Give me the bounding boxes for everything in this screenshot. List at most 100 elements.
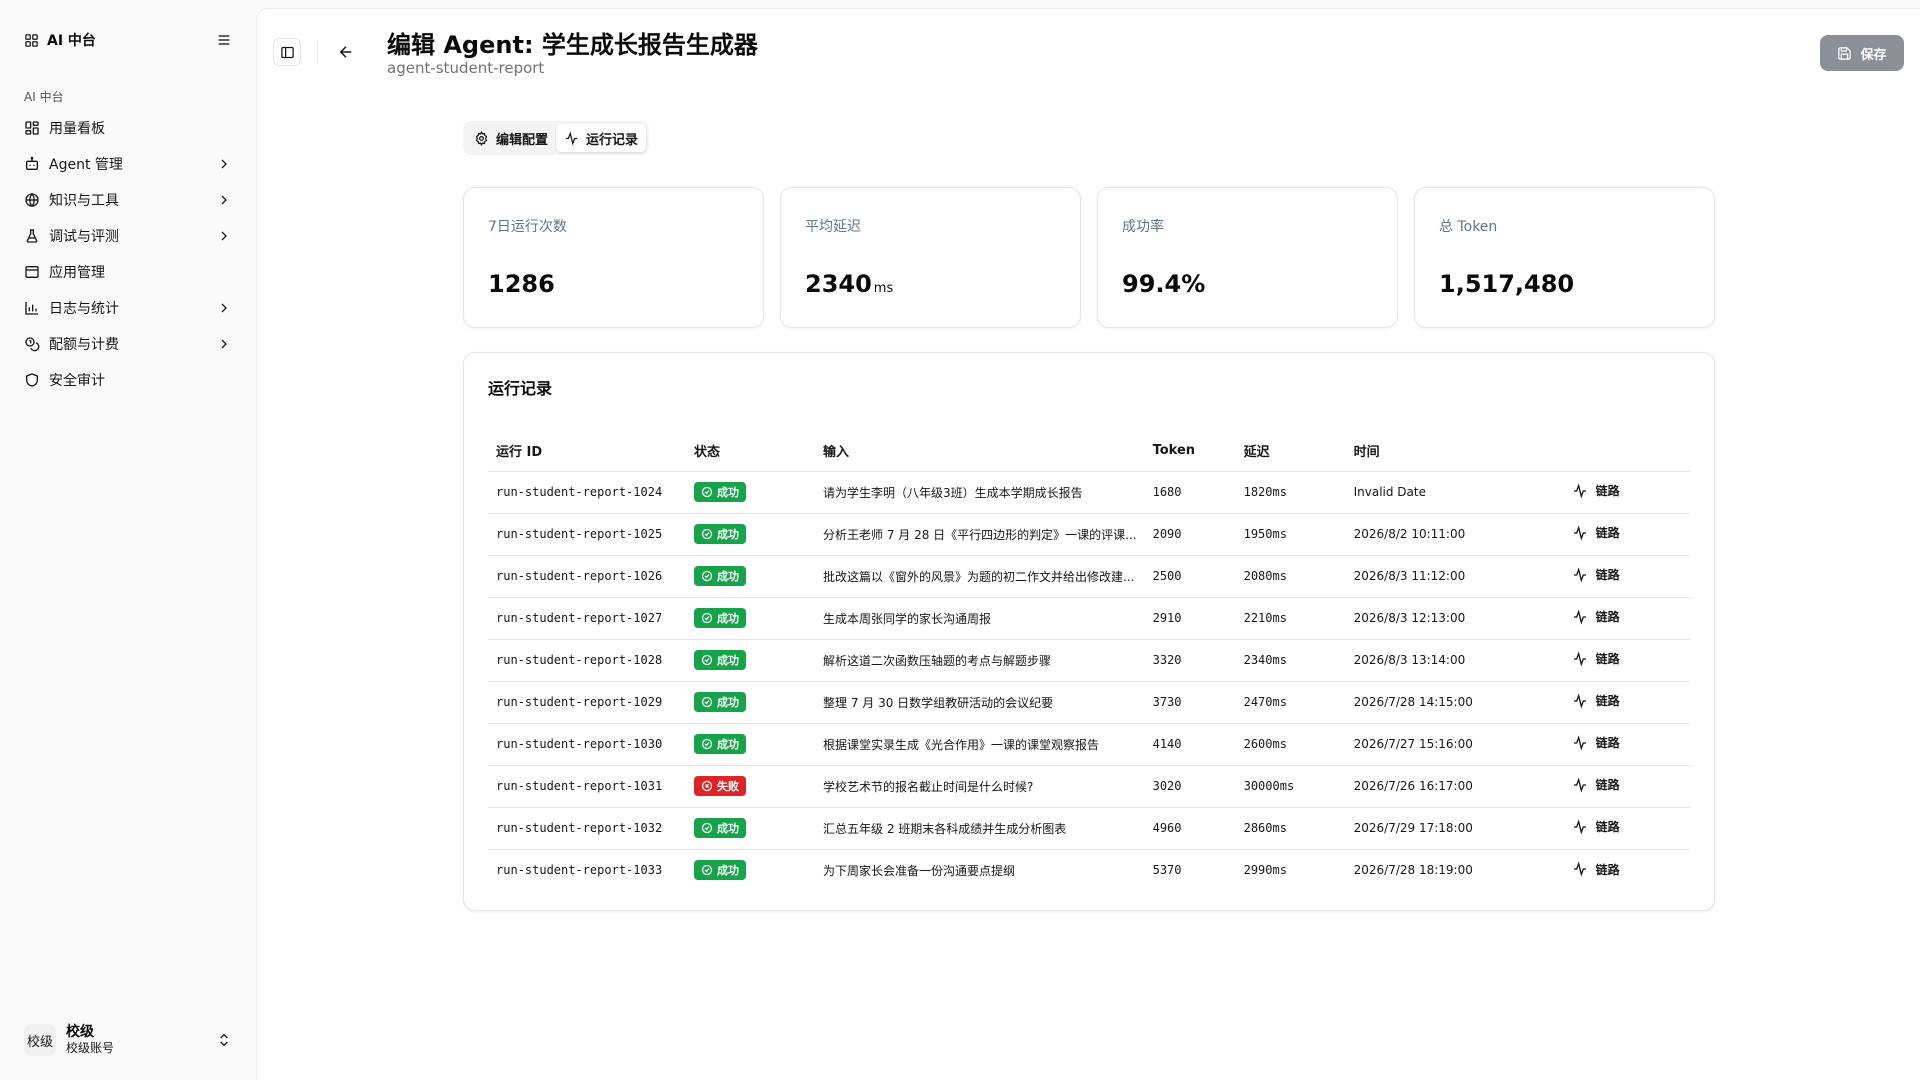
token-cell: 1680 [1144, 471, 1236, 514]
time-cell: 2026/8/2 10:11:00 [1345, 513, 1564, 556]
input-cell: 分析王老师 7 月 28 日《平行四边形的判定》一课的评课... [815, 513, 1145, 556]
activity-icon [564, 130, 579, 146]
status-label: 成功 [717, 612, 739, 625]
activity-icon [1572, 819, 1588, 835]
trace-link[interactable]: 链路 [1572, 818, 1620, 835]
actions-cell: 链路 [1563, 639, 1690, 682]
brand[interactable]: AI 中台 [24, 30, 96, 50]
input-cell: 批改这篇以《窗外的风景》为题的初二作文并给出修改建... [815, 555, 1145, 598]
trace-link[interactable]: 链路 [1572, 608, 1620, 625]
sidebar-item-usage-dashboard[interactable]: 用量看板 [16, 110, 240, 146]
back-button[interactable] [337, 43, 355, 61]
token-cell: 2090 [1144, 513, 1236, 556]
run-id-cell: run-student-report-1032 [488, 807, 686, 850]
input-cell: 根据课堂实录生成《光合作用》一课的课堂观察报告 [815, 723, 1145, 766]
trace-link-label: 链路 [1595, 694, 1620, 709]
sidebar-item-label: 配额与计费 [49, 337, 119, 353]
status-label: 失败 [717, 780, 739, 793]
page-content: 编辑配置 运行记录 7日运行次数 1286 平均延迟 2340 ms 成功率 99… [463, 121, 1715, 911]
token-cell: 4960 [1144, 807, 1236, 850]
sidebar-item-quota-billing[interactable]: 配额与计费 [16, 326, 240, 362]
actions-cell: 链路 [1563, 471, 1690, 514]
sidebar-item-label: 调试与评测 [49, 229, 119, 245]
arrow-left-icon [337, 43, 355, 61]
page-header: 编辑 Agent: 学生成长报告生成器 agent-student-report… [257, 9, 1920, 89]
stats-row: 7日运行次数 1286 平均延迟 2340 ms 成功率 99.4% 总 Toke… [463, 187, 1715, 328]
status-cell: 成功 [686, 807, 815, 850]
input-cell: 为下周家长会准备一份沟通要点提纲 [823, 863, 1016, 878]
latency-cell: 30000ms [1235, 765, 1346, 808]
trace-link[interactable]: 链路 [1572, 566, 1620, 583]
run-id-cell: run-student-report-1033 [496, 863, 663, 878]
status-badge: 成功 [694, 566, 746, 586]
sidebar-item-label: 知识与工具 [49, 193, 119, 209]
brand-name: AI 中台 [47, 33, 96, 49]
input-cell: 请为学生李明（八年级3班）生成本学期成长报告 [815, 471, 1145, 514]
time-cell: 2026/7/29 17:18:00 [1345, 807, 1564, 850]
chevron-right-icon [216, 300, 232, 316]
column-header-run-id: 运行 ID [488, 431, 686, 472]
table-row: run-student-report-1028 成功 解析这道二次函数压轴题的考点与… [488, 639, 1690, 682]
menu-icon[interactable] [216, 32, 232, 48]
run-id-cell: run-student-report-1031 [488, 765, 686, 808]
sidebar-item-agent-management[interactable]: Agent 管理 [16, 146, 240, 182]
status-cell: 成功 [686, 681, 815, 724]
activity-icon [1572, 651, 1588, 667]
sidebar-item-logs-stats[interactable]: 日志与统计 [16, 290, 240, 326]
trace-link-label: 链路 [1595, 862, 1620, 877]
trace-link[interactable]: 链路 [1572, 861, 1620, 878]
stat-label: 总 Token [1439, 219, 1498, 235]
latency-cell: 2080ms [1235, 555, 1346, 598]
trace-link[interactable]: 链路 [1572, 650, 1620, 667]
activity-icon [1572, 693, 1588, 709]
status-cell: 成功 [686, 639, 815, 682]
tab-run-records[interactable]: 运行记录 [556, 124, 647, 152]
run-records-body: run-student-report-1024 成功 请为学生李明（八年级3班）生成… [488, 471, 1690, 891]
trace-link[interactable]: 链路 [1572, 692, 1620, 709]
chevron-right-icon [216, 228, 232, 244]
column-header-status: 状态 [686, 431, 815, 472]
trace-link-label: 链路 [1595, 568, 1620, 583]
account-info: 校级 校级账号 [66, 1024, 206, 1055]
status-badge: 失败 [694, 776, 746, 796]
status-badge: 成功 [694, 608, 746, 628]
table-row: run-student-report-1032 成功 汇总五年级 2 班期末各科成绩… [488, 807, 1690, 850]
time-cell: 2026/8/3 12:13:00 [1345, 597, 1564, 640]
check-circle-icon [701, 654, 713, 666]
run-id-cell: run-student-report-1027 [488, 597, 686, 640]
sidebar-item-label: 用量看板 [49, 121, 105, 137]
status-label: 成功 [717, 864, 739, 878]
latency-cell: 2600ms [1235, 723, 1346, 766]
activity-icon [1572, 861, 1588, 877]
status-badge: 成功 [694, 524, 746, 544]
sidebar-header: AI 中台 [24, 28, 232, 52]
dashboard-icon [24, 120, 40, 136]
sidebar-nav: 用量看板 Agent 管理 知识与工具 调试与评测 应用管理 日志与统计 配额与… [16, 110, 240, 398]
token-cell: 2910 [1144, 597, 1236, 640]
sidebar-item-security-audit[interactable]: 安全审计 [16, 362, 240, 398]
run-id-cell: run-student-report-1028 [488, 639, 686, 682]
sidebar-item-knowledge-tools[interactable]: 知识与工具 [16, 182, 240, 218]
sidebar-item-app-management[interactable]: 应用管理 [16, 254, 240, 290]
sidebar-item-debug-eval[interactable]: 调试与评测 [16, 218, 240, 254]
trace-link[interactable]: 链路 [1572, 734, 1620, 751]
coins-icon [24, 336, 40, 352]
trace-link[interactable]: 链路 [1572, 482, 1620, 499]
trace-link[interactable]: 链路 [1572, 524, 1620, 541]
check-circle-icon [701, 864, 713, 876]
status-label: 成功 [717, 486, 739, 499]
tab-edit-config[interactable]: 编辑配置 [466, 124, 556, 152]
sidebar: AI 中台 AI 中台 用量看板 Agent 管理 知识与工具 调试与评测 应用… [0, 0, 256, 1080]
stat-card-total-token: 总 Token 1,517,480 [1414, 187, 1715, 328]
latency-cell: 2990ms [1243, 863, 1287, 878]
status-badge: 成功 [694, 818, 746, 838]
token-cell: 3730 [1144, 681, 1236, 724]
latency-cell: 1820ms [1235, 471, 1346, 514]
sidebar-toggle-button[interactable] [273, 38, 301, 66]
account-switcher[interactable]: 校级 校级 校级账号 [18, 1016, 238, 1064]
input-cell: 生成本周张同学的家长沟通周报 [815, 597, 1145, 640]
run-id-cell: run-student-report-1030 [488, 723, 686, 766]
save-button[interactable]: 保存 [1820, 35, 1904, 71]
trace-link[interactable]: 链路 [1572, 776, 1620, 793]
save-button-label: 保存 [1860, 47, 1887, 63]
